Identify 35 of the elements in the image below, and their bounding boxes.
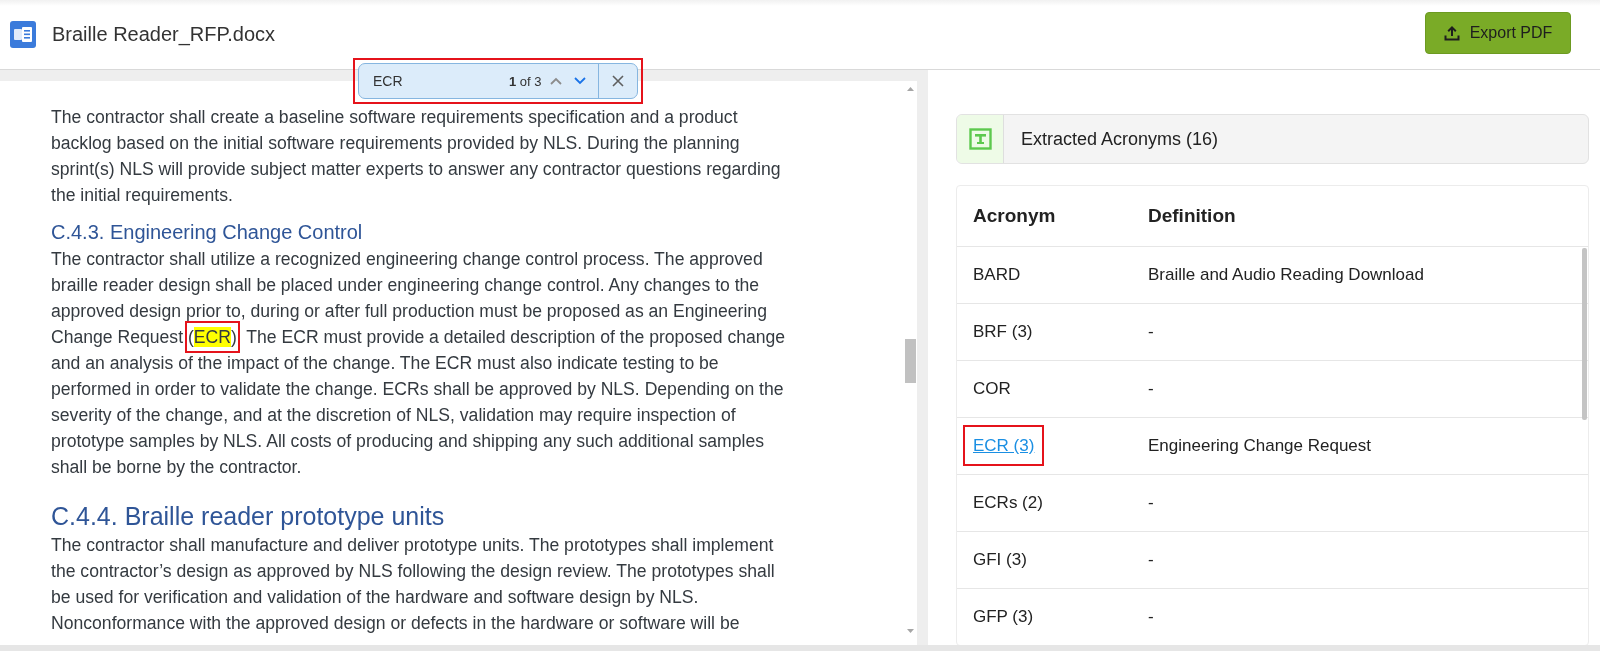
upload-icon bbox=[1443, 24, 1460, 41]
definition-text: - bbox=[1148, 322, 1154, 341]
chevron-down-icon bbox=[573, 77, 586, 85]
definition-text: Braille and Audio Reading Download bbox=[1148, 265, 1424, 284]
find-input[interactable]: ECR bbox=[373, 71, 501, 91]
acronym-text: GFI (3) bbox=[973, 550, 1027, 569]
section-title: Extracted Acronyms (16) bbox=[1021, 128, 1219, 150]
acronym-text: BARD bbox=[973, 265, 1021, 284]
find-bar[interactable]: ECR 1 of 3 bbox=[358, 63, 638, 99]
document-icon bbox=[10, 21, 36, 48]
acronym-text: GFP (3) bbox=[973, 607, 1034, 626]
definition-text: - bbox=[1148, 493, 1154, 512]
scroll-thumb[interactable] bbox=[905, 339, 916, 383]
close-icon bbox=[611, 75, 624, 87]
definition-text: - bbox=[1148, 550, 1154, 569]
acronym-link[interactable]: ECR (3) bbox=[973, 436, 1035, 455]
definition-text: - bbox=[1148, 607, 1154, 626]
acronym-text: BRF (3) bbox=[973, 322, 1033, 341]
body-paragraph: The contractor shall create a baseline software requirements specification and a product backlog based on the initial software requirements provided by NLS. During the planning sprint(s) NLS will provide subject matter experts to answer any contractor questions regarding the initial requirements. bbox=[51, 106, 782, 207]
scroll-up-icon[interactable] bbox=[906, 87, 914, 91]
section-heading: C.4.3. Engineering Change Control bbox=[51, 220, 364, 245]
export-pdf-button[interactable]: Export PDF bbox=[1425, 11, 1571, 54]
body-paragraph: The contractor shall manufacture and deliver prototype units. The prototypes shall implement the contractor’s design as approved by NLS following the design review. The prototypes shall be used for verification and validation of the hardware and software design by NLS. Nonconformance with the approved design or defects in the hardware or software will be bbox=[51, 534, 776, 635]
definition-text: - bbox=[1148, 379, 1154, 398]
section-heading: C.4.4. Braille reader prototype units bbox=[51, 501, 446, 532]
column-header: Definition bbox=[1132, 186, 1588, 247]
match-count: 1 of 3 bbox=[509, 73, 542, 89]
column-header: Acronym bbox=[957, 186, 1132, 247]
acronym-text: COR bbox=[973, 379, 1011, 398]
acronym-text: ECRs (2) bbox=[973, 493, 1043, 512]
scroll-thumb[interactable] bbox=[1582, 248, 1587, 420]
definition-text: Engineering Change Request bbox=[1148, 436, 1372, 455]
scroll-down-icon[interactable] bbox=[906, 629, 914, 633]
chevron-up-icon bbox=[549, 77, 562, 85]
document-title: Braille Reader_RFP.docx bbox=[52, 23, 276, 46]
